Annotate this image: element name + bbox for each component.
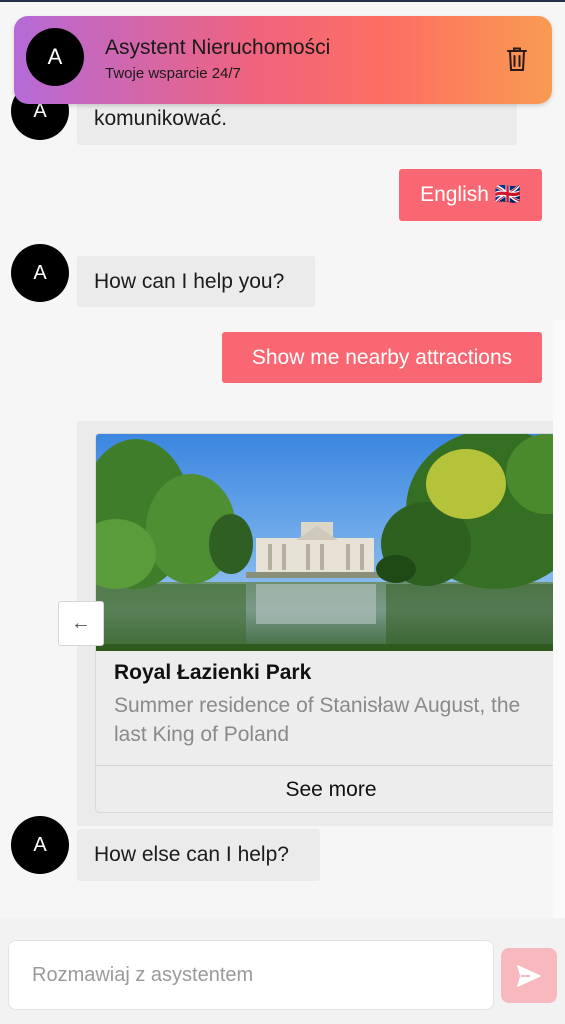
- user-message-text: Show me nearby attractions: [251, 345, 513, 369]
- arrow-left-icon: ←: [71, 612, 91, 634]
- carousel-edge: [553, 320, 565, 920]
- header-title: Asystent Nieruchomości: [105, 36, 331, 59]
- bot-message-text: komunikować.: [94, 107, 228, 130]
- assistant-avatar: A: [11, 244, 69, 302]
- avatar-letter: A: [47, 44, 63, 69]
- send-button[interactable]: [501, 948, 557, 1003]
- see-more-button[interactable]: See more: [96, 766, 564, 812]
- trash-icon[interactable]: [506, 46, 528, 72]
- avatar-letter: A: [33, 261, 47, 284]
- header-subtitle: Twoje wsparcie 24/7: [105, 65, 241, 82]
- carousel-prev-button[interactable]: ←: [58, 601, 104, 646]
- bot-message-text: How can I help you?: [94, 269, 285, 293]
- status-bar-line: [0, 0, 565, 2]
- park-photo: [96, 434, 564, 651]
- avatar-letter: A: [33, 833, 47, 856]
- send-icon: [517, 964, 541, 987]
- chat-header: A Asystent Nieruchomości Twoje wsparcie …: [14, 16, 552, 104]
- card-title: Royal Łazienki Park: [114, 661, 312, 684]
- assistant-avatar: A: [26, 28, 84, 86]
- user-message-text: English 🇬🇧: [420, 183, 521, 206]
- card-description: Summer residence of Stanisław August, th…: [114, 694, 521, 746]
- assistant-avatar: A: [11, 816, 69, 874]
- bot-message-text: How else can I help?: [94, 843, 289, 866]
- user-message: Show me nearby attractions: [222, 332, 542, 383]
- attraction-card: Royal Łazienki Park Summer residence of …: [95, 433, 565, 813]
- bot-message: How can I help you?: [77, 256, 315, 307]
- input-placeholder: Rozmawiaj z asystentem: [32, 963, 254, 986]
- user-message: English 🇬🇧: [399, 169, 542, 221]
- message-input[interactable]: Rozmawiaj z asystentem: [8, 940, 494, 1010]
- bot-message: How else can I help?: [77, 829, 320, 881]
